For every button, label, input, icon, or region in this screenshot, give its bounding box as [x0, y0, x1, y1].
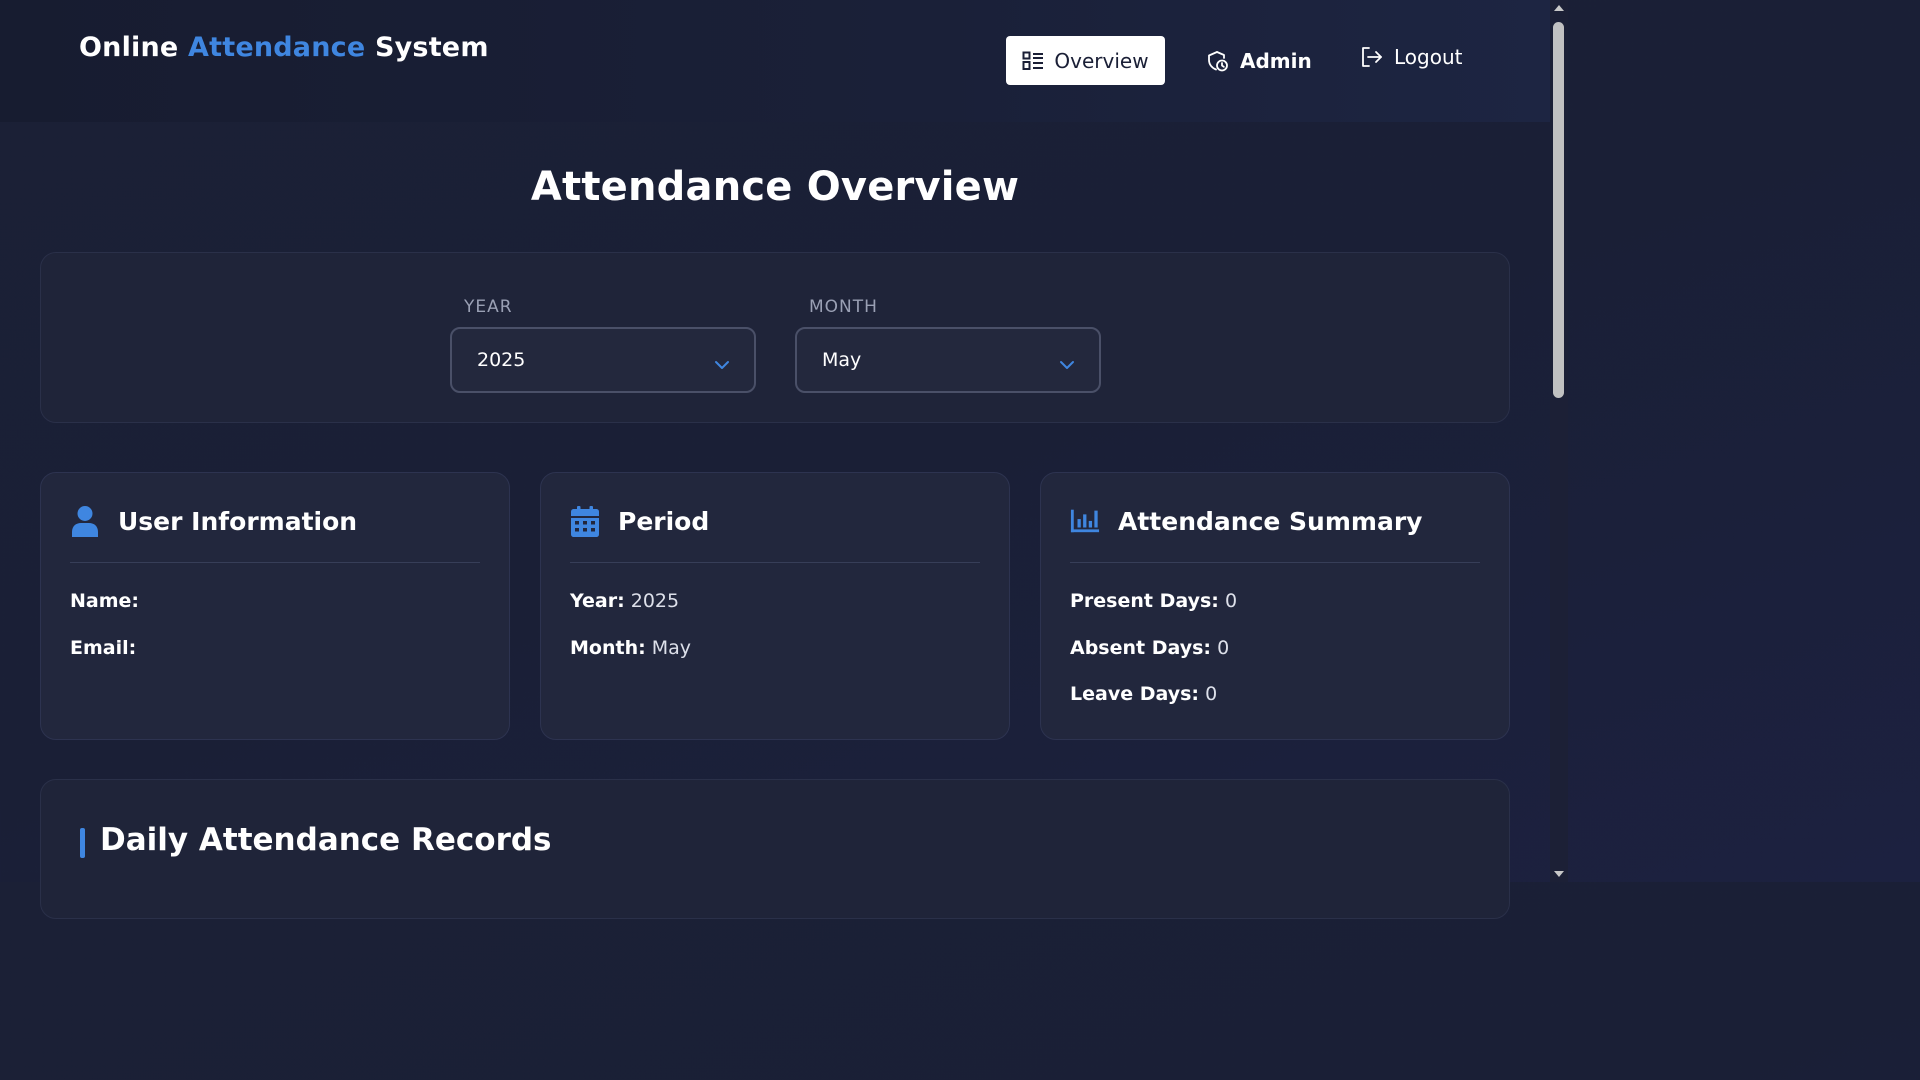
summary-card-header: Attendance Summary: [1070, 505, 1480, 563]
daily-records-card: Daily Attendance Records: [40, 779, 1510, 919]
present-days-label: Present Days:: [1070, 590, 1219, 612]
admin-label: Admin: [1240, 49, 1312, 73]
calendar-icon: [570, 505, 600, 539]
filter-card: YEAR 2025 MONTH May: [40, 252, 1510, 423]
records-accent-bar: [80, 828, 85, 858]
absent-days-row: Absent Days: 0: [1070, 637, 1229, 659]
leave-days-row: Leave Days: 0: [1070, 683, 1217, 705]
name-label: Name:: [70, 590, 140, 612]
logout-label: Logout: [1394, 45, 1463, 69]
list-grid-icon: [1022, 51, 1044, 71]
bar-chart-icon: [1070, 505, 1100, 539]
brand-system: System: [374, 32, 489, 63]
chevron-down-icon: [714, 353, 730, 375]
period-month-row: Month: May: [570, 637, 691, 659]
month-label: MONTH: [809, 297, 878, 317]
page-scrollbar[interactable]: [1550, 0, 1568, 882]
period-card: Period Year: 2025 Month: May: [540, 472, 1010, 740]
top-header: Online Attendance System Overview Admin …: [0, 0, 1550, 122]
scroll-up-arrow-icon[interactable]: [1554, 5, 1564, 11]
year-label: YEAR: [464, 297, 513, 317]
user-card-header: User Information: [70, 505, 480, 563]
chevron-down-icon: [1059, 353, 1075, 375]
leave-days-value: 0: [1205, 683, 1218, 705]
admin-nav-button[interactable]: Admin: [1206, 44, 1312, 78]
period-card-title: Period: [618, 507, 710, 536]
overview-label: Overview: [1054, 48, 1149, 73]
records-title: Daily Attendance Records: [100, 822, 552, 858]
period-year-label: Year:: [570, 590, 625, 612]
period-month-value: May: [651, 637, 692, 659]
period-card-header: Period: [570, 505, 980, 563]
user-information-card: User Information Name: Email:: [40, 472, 510, 740]
logout-icon: [1360, 46, 1384, 68]
email-row: Email:: [70, 637, 136, 659]
present-days-row: Present Days: 0: [1070, 590, 1237, 612]
present-days-value: 0: [1224, 590, 1238, 612]
period-month-label: Month:: [570, 637, 646, 659]
brand-attendance: Attendance: [188, 32, 366, 63]
brand-online: Online: [79, 32, 179, 63]
email-label: Email:: [70, 637, 137, 659]
absent-days-value: 0: [1217, 637, 1230, 659]
year-select-value: 2025: [477, 349, 526, 371]
month-select[interactable]: May: [795, 327, 1101, 393]
app-brand: Online Attendance System: [79, 32, 489, 63]
logout-nav-button[interactable]: Logout: [1360, 40, 1462, 74]
user-card-title: User Information: [118, 507, 358, 536]
attendance-summary-card: Attendance Summary Present Days: 0 Absen…: [1040, 472, 1510, 740]
name-row: Name:: [70, 590, 139, 612]
absent-days-label: Absent Days:: [1070, 637, 1212, 659]
period-year-value: 2025: [630, 590, 680, 612]
scroll-down-arrow-icon[interactable]: [1554, 871, 1564, 877]
leave-days-label: Leave Days:: [1070, 683, 1200, 705]
user-icon: [70, 505, 100, 539]
year-select[interactable]: 2025: [450, 327, 756, 393]
page-title: Attendance Overview: [530, 164, 1020, 210]
scroll-thumb[interactable]: [1553, 22, 1564, 398]
overview-nav-button[interactable]: Overview: [1006, 36, 1165, 85]
summary-card-title: Attendance Summary: [1118, 507, 1423, 536]
period-year-row: Year: 2025: [570, 590, 679, 612]
month-select-value: May: [822, 349, 862, 371]
shield-clock-icon: [1206, 49, 1230, 73]
